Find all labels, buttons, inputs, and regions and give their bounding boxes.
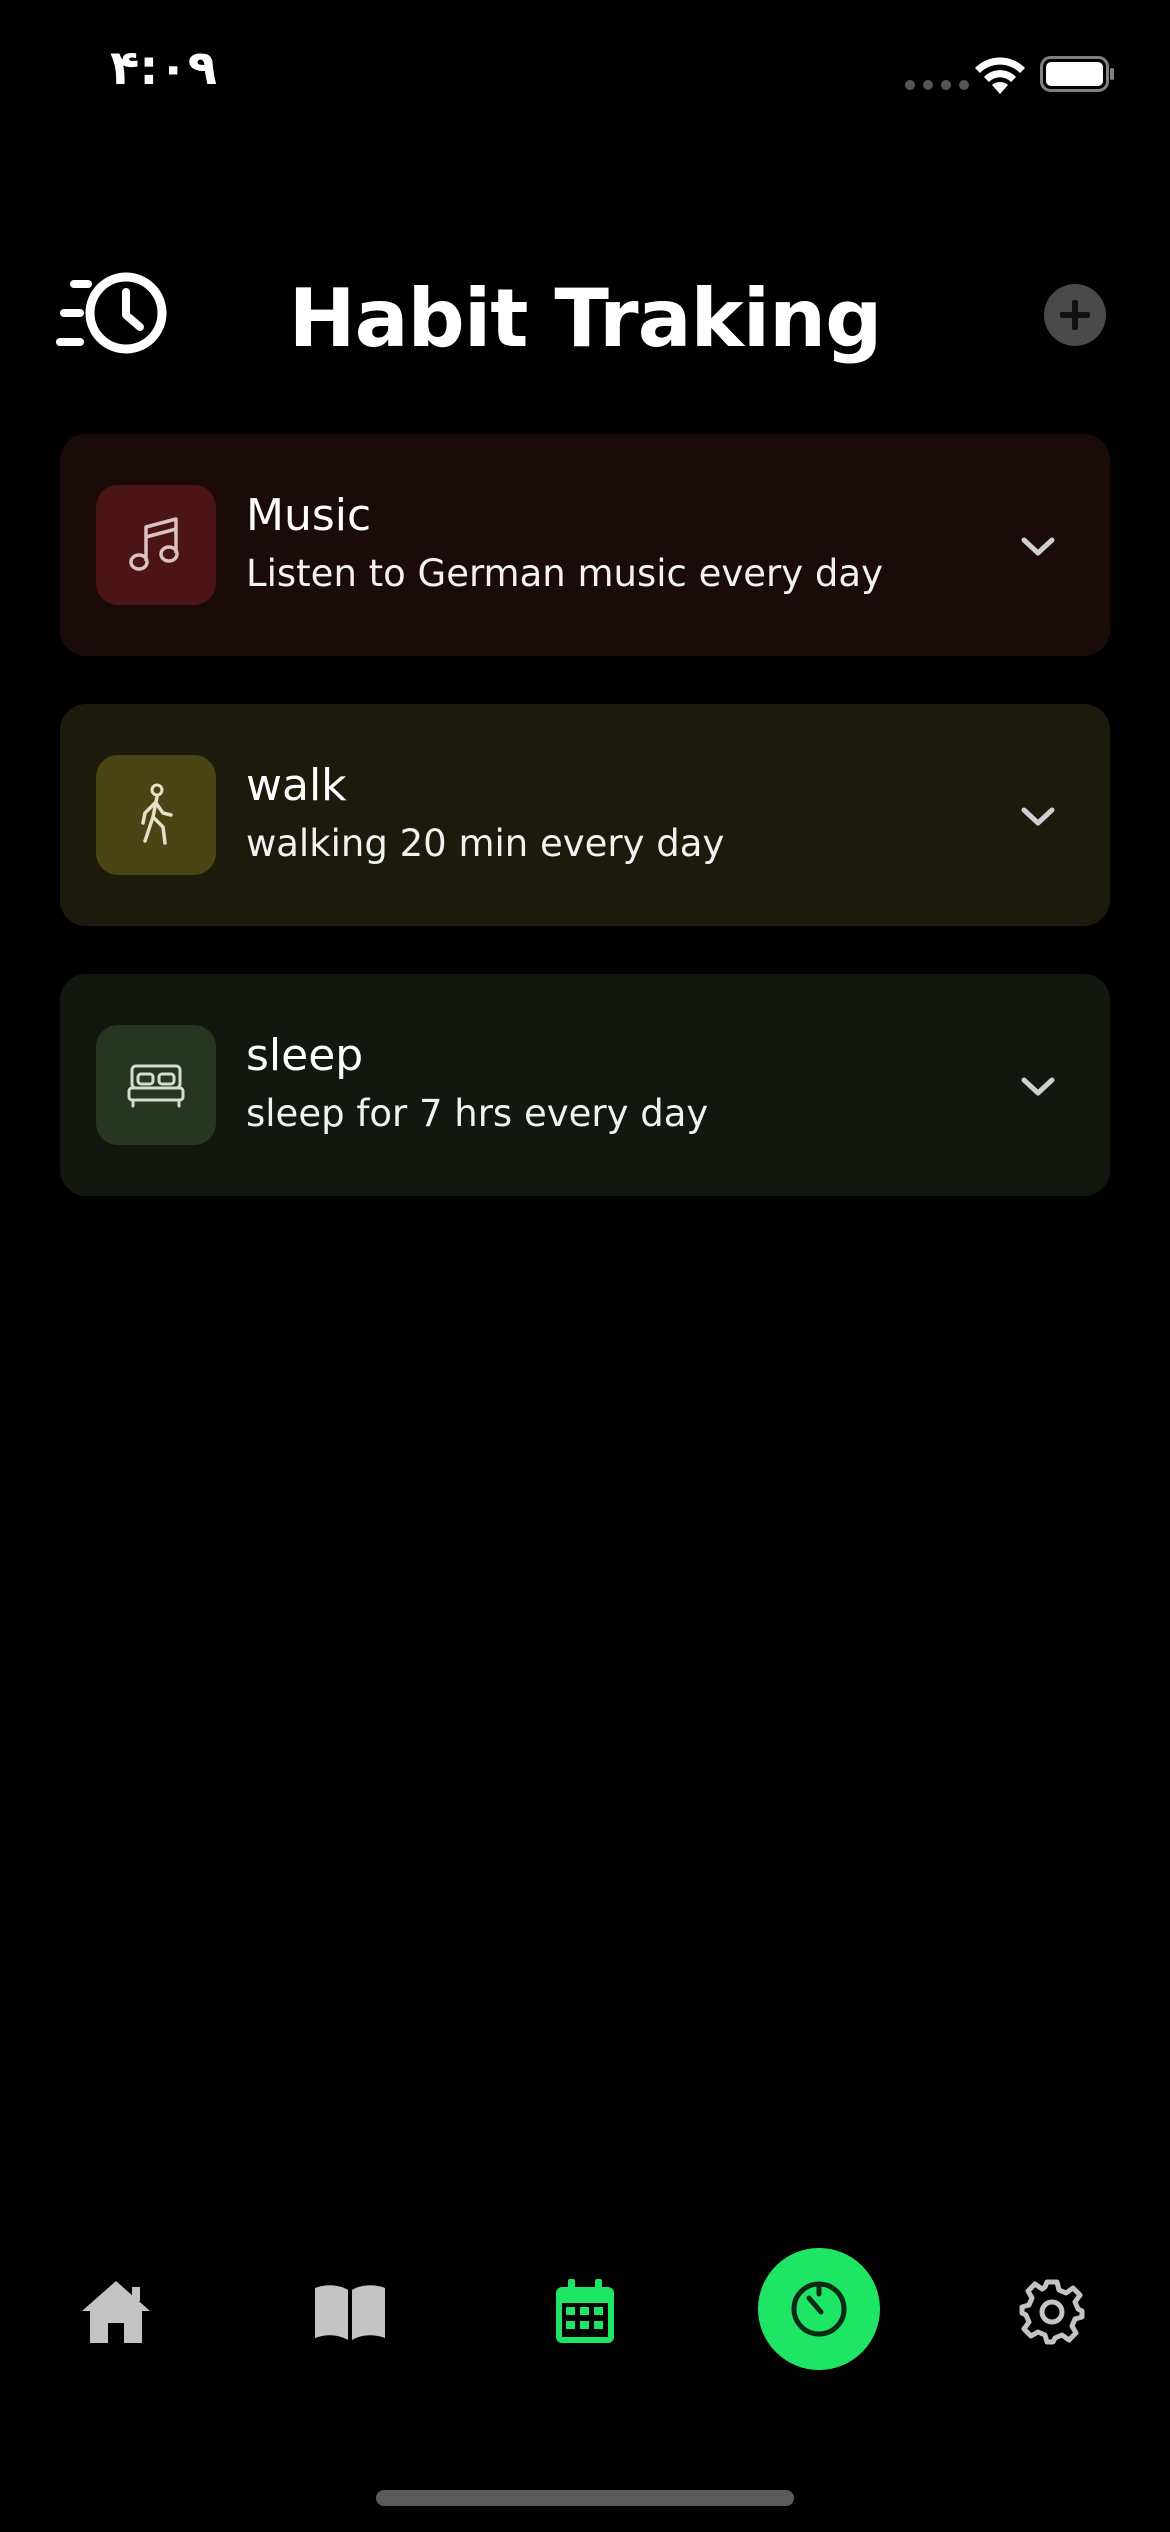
chevron-down-icon[interactable] [1018,1066,1058,1106]
page-title: Habit Traking [288,272,883,365]
cellular-signal-icon [905,80,969,90]
nav-book[interactable] [310,2272,390,2352]
nav-settings[interactable] [1012,2272,1092,2352]
status-time: ۴:۰۹ [110,40,218,96]
timer-icon [791,2281,847,2337]
battery-icon [1040,56,1114,92]
habit-card-walk[interactable]: walk walking 20 min every day [60,704,1110,926]
calendar-icon [556,2279,614,2343]
habit-name: sleep [246,1030,364,1081]
habit-name: Music [246,490,372,541]
nav-timer-button[interactable] [758,2248,880,2370]
chevron-down-icon[interactable] [1018,526,1058,566]
habit-card-music[interactable]: Music Listen to German music every day [60,434,1110,656]
habit-list: Music Listen to German music every day w… [60,434,1110,1244]
habit-icon-box [96,755,216,875]
gear-icon [1019,2279,1085,2345]
add-habit-button[interactable] [1044,284,1106,346]
habit-name: walk [246,760,347,811]
bed-icon [127,1064,185,1108]
habit-description: walking 20 min every day [246,822,725,865]
music-note-icon [129,517,179,571]
book-icon [315,2285,385,2340]
habit-description: Listen to German music every day [246,552,883,595]
plus-icon [1060,300,1090,330]
header: Habit Traking [0,250,1170,380]
nav-calendar[interactable] [545,2272,625,2352]
home-indicator[interactable] [376,2490,794,2506]
wifi-icon [975,57,1025,94]
habit-icon-box [96,1025,216,1145]
walking-person-icon [141,783,173,845]
habit-icon-box [96,485,216,605]
habit-card-sleep[interactable]: sleep sleep for 7 hrs every day [60,974,1110,1196]
status-bar: ۴:۰۹ [0,0,1170,140]
bottom-nav [0,2240,1170,2370]
chevron-down-icon[interactable] [1018,796,1058,836]
home-icon [82,2281,150,2343]
habit-description: sleep for 7 hrs every day [246,1092,709,1135]
nav-home[interactable] [76,2272,156,2352]
